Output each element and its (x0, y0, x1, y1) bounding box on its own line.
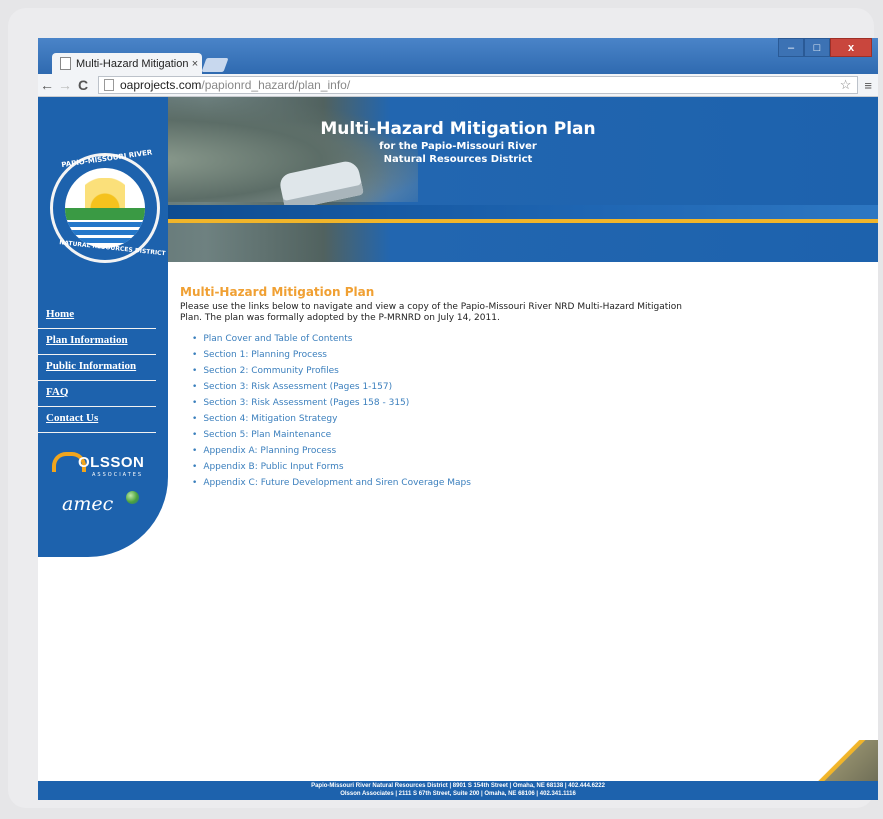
olsson-logo: OLSSON ASSOCIATES (48, 450, 158, 478)
bookmark-star-icon[interactable]: ☆ (840, 77, 852, 93)
tab-close-icon[interactable]: × (188, 58, 202, 70)
tab-title: Multi-Hazard Mitigation P (76, 57, 188, 70)
footer: Papio-Missouri River Natural Resources D… (38, 781, 878, 800)
olsson-subtitle: ASSOCIATES (92, 472, 144, 478)
document-link[interactable]: Section 3: Risk Assessment (Pages 1-157) (203, 382, 392, 392)
menu-icon[interactable]: ≡ (864, 78, 872, 93)
url-host: oaprojects.com (120, 78, 202, 92)
list-item: • Appendix B: Public Input Forms (192, 459, 780, 475)
page-heading: Multi-Hazard Mitigation Plan (180, 285, 375, 299)
main-content: Multi-Hazard Mitigation Plan Please use … (180, 285, 780, 491)
reload-button[interactable]: C (74, 77, 92, 93)
footer-line-2: Olsson Associates | 2111 S 67th Street, … (340, 791, 576, 797)
sun-icon (85, 178, 125, 208)
bullet-icon: • (192, 478, 198, 488)
list-item: • Section 2: Community Profiles (192, 363, 780, 379)
list-item: • Section 1: Planning Process (192, 347, 780, 363)
bullet-icon: • (192, 430, 198, 440)
browser-tab[interactable]: Multi-Hazard Mitigation P × (52, 53, 202, 74)
close-button[interactable]: x (830, 38, 872, 57)
document-link[interactable]: Appendix B: Public Input Forms (203, 462, 343, 472)
document-link[interactable]: Section 2: Community Profiles (203, 366, 339, 376)
minimize-button[interactable]: – (778, 38, 804, 57)
web-page: Multi-Hazard Mitigation Plan for the Pap… (38, 97, 878, 800)
document-link[interactable]: Appendix A: Planning Process (203, 446, 336, 456)
window-controls: – □ x (778, 38, 872, 57)
corner-decoration (818, 740, 878, 782)
banner-stripe (168, 205, 878, 219)
page-icon (104, 79, 114, 91)
banner-title: Multi-Hazard Mitigation Plan for the Pap… (288, 119, 628, 165)
bullet-icon: • (192, 366, 198, 376)
bullet-icon: • (192, 446, 198, 456)
browser-window: Multi-Hazard Mitigation P × – □ x ← → C … (38, 38, 878, 800)
document-link-list: • Plan Cover and Table of Contents • Secti… (192, 331, 780, 491)
olsson-name: OLSSON (78, 454, 145, 471)
list-item: • Section 5: Plan Maintenance (192, 427, 780, 443)
new-tab-button[interactable] (201, 58, 229, 72)
document-link[interactable]: Appendix C: Future Development and Siren… (203, 478, 471, 488)
banner-gold-line (168, 219, 878, 223)
site-title: Multi-Hazard Mitigation Plan (320, 119, 596, 139)
list-item: • Section 3: Risk Assessment (Pages 158 -… (192, 395, 780, 411)
page-icon (60, 57, 71, 70)
sidebar-item-public-information[interactable]: Public Information (38, 355, 156, 381)
amec-logo: amec (62, 491, 142, 523)
url-path: /papionrd_hazard/plan_info/ (201, 78, 351, 92)
list-item: • Appendix A: Planning Process (192, 443, 780, 459)
document-link[interactable]: Section 4: Mitigation Strategy (203, 414, 337, 424)
globe-icon (126, 491, 139, 504)
forward-button[interactable]: → (56, 77, 74, 93)
maximize-button[interactable]: □ (804, 38, 830, 57)
bullet-icon: • (192, 334, 198, 344)
back-button[interactable]: ← (38, 77, 56, 93)
sidebar: PAPIO-MISSOURI RIVER NATURAL RESOURCES D… (38, 97, 168, 557)
sidebar-item-plan-information[interactable]: Plan Information (38, 329, 156, 355)
list-item: • Section 3: Risk Assessment (Pages 1-157… (192, 379, 780, 395)
bullet-icon: • (192, 462, 198, 472)
bullet-icon: • (192, 414, 198, 424)
sidebar-item-home[interactable]: Home (38, 303, 156, 329)
list-item: • Plan Cover and Table of Contents (192, 331, 780, 347)
sidebar-item-faq[interactable]: FAQ (38, 381, 156, 407)
list-item: • Section 4: Mitigation Strategy (192, 411, 780, 427)
sidebar-nav: Home Plan Information Public Information… (38, 303, 156, 433)
seal-top-text: PAPIO-MISSOURI RIVER (60, 148, 153, 170)
document-link[interactable]: Section 1: Planning Process (203, 350, 327, 360)
site-subtitle-2: Natural Resources District (383, 154, 533, 165)
footer-line-1: Papio-Missouri River Natural Resources D… (311, 783, 605, 789)
sidebar-item-contact-us[interactable]: Contact Us (38, 407, 156, 433)
address-bar[interactable]: oaprojects.com/papionrd_hazard/plan_info… (98, 76, 859, 94)
nrd-seal-logo: PAPIO-MISSOURI RIVER NATURAL RESOURCES D… (50, 148, 166, 263)
amec-name: amec (62, 493, 114, 515)
list-item: • Appendix C: Future Development and Sire… (192, 475, 780, 491)
seal-emblem (65, 168, 145, 248)
site-subtitle: for the Papio-Missouri River (379, 141, 537, 152)
intro-text: Please use the links below to navigate a… (180, 302, 682, 323)
document-link[interactable]: Section 5: Plan Maintenance (203, 430, 331, 440)
bullet-icon: • (192, 350, 198, 360)
title-bar: Multi-Hazard Mitigation P × – □ x (38, 38, 878, 74)
bullet-icon: • (192, 382, 198, 392)
navigation-bar: ← → C oaprojects.com/papionrd_hazard/pla… (38, 74, 878, 97)
document-link[interactable]: Plan Cover and Table of Contents (203, 334, 352, 344)
document-link[interactable]: Section 3: Risk Assessment (Pages 158 - … (203, 398, 409, 408)
bullet-icon: • (192, 398, 198, 408)
